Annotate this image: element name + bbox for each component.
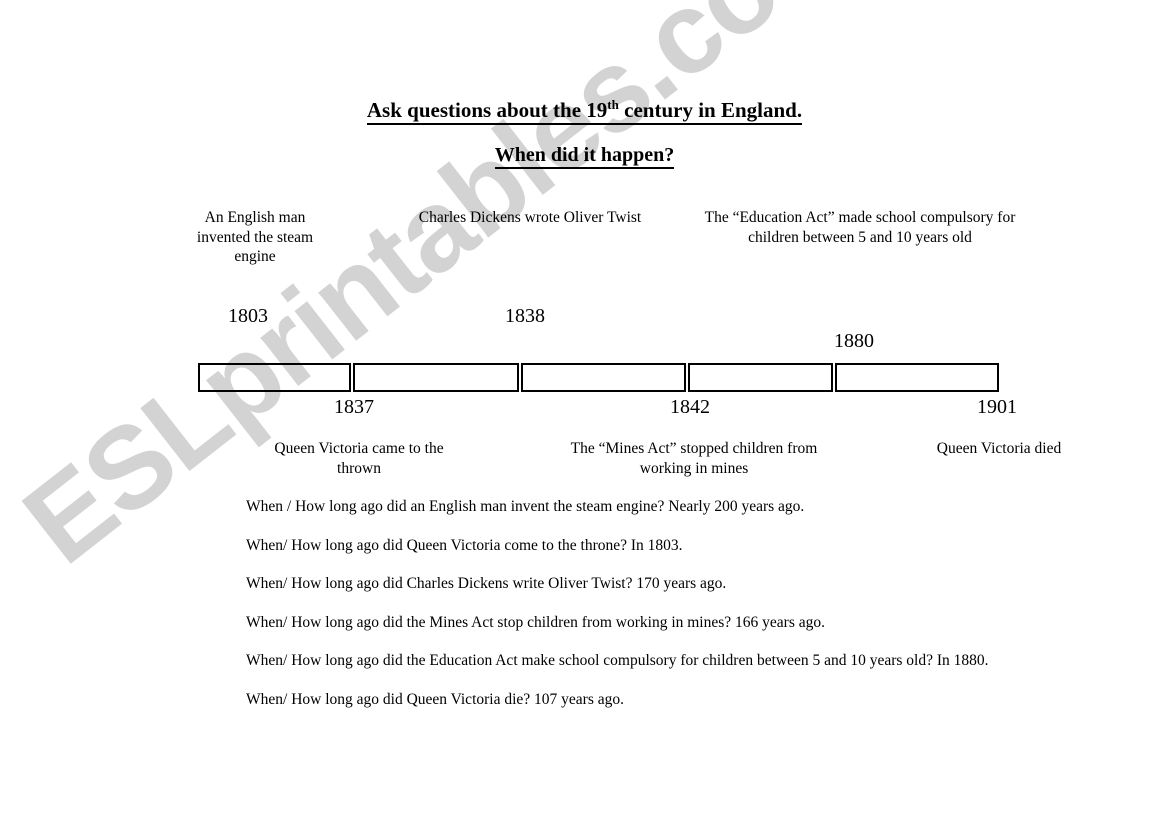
page-title-superscript: th <box>607 97 619 112</box>
timeline-event-caption-below-2: The “Mines Act” stopped children from wo… <box>570 440 818 477</box>
page-title: Ask questions about the 19th century in … <box>0 97 1169 125</box>
timeline-segment[interactable] <box>352 363 520 392</box>
question-item: When/ How long ago did Charles Dickens w… <box>246 575 727 592</box>
timeline-year-below-3: 1901 <box>977 396 1017 418</box>
timeline-year-above-2: 1838 <box>505 305 545 327</box>
timeline-event-caption-above-2: Charles Dickens wrote Oliver Twist <box>418 209 642 226</box>
timeline-bar <box>198 363 999 392</box>
timeline-event-caption-below-3: Queen Victoria died <box>936 440 1062 457</box>
timeline-year-above-3: 1880 <box>834 330 874 352</box>
timeline-year-above-1: 1803 <box>228 305 268 327</box>
timeline-segment[interactable] <box>198 363 351 392</box>
question-list: When / How long ago did an English man i… <box>246 497 1106 728</box>
timeline-year-below-2: 1842 <box>670 396 710 418</box>
question-item: When/ How long ago did Queen Victoria co… <box>246 536 683 554</box>
timeline-event-caption-below-1: Queen Victoria came to the thrown <box>274 440 444 477</box>
question-item: When/ How long ago did Queen Victoria di… <box>246 690 624 708</box>
worksheet-content: Ask questions about the 19th century in … <box>0 0 1169 821</box>
question-item: When/ How long ago did the Mines Act sto… <box>246 613 825 631</box>
page-subtitle-text: When did it happen? <box>494 144 675 169</box>
timeline-event-caption-above-3: The “Education Act” made school compulso… <box>704 209 1016 246</box>
timeline-segment[interactable] <box>521 363 686 392</box>
worksheet-page: ESLprintables.com Ask questions about th… <box>0 0 1169 821</box>
page-subtitle: When did it happen? <box>0 144 1169 169</box>
question-item: When/ How long ago did the Education Act… <box>246 652 989 669</box>
question-item: When / How long ago did an English man i… <box>246 498 805 515</box>
page-title-text-end: century in England. <box>618 98 803 122</box>
timeline-segment[interactable] <box>687 363 834 392</box>
timeline-segment[interactable] <box>835 363 999 392</box>
timeline-event-caption-above-1: An English man invented the steam engine <box>196 209 314 265</box>
timeline-year-below-1: 1837 <box>334 396 374 418</box>
page-title-text-start: Ask questions about the 19 <box>366 98 608 122</box>
